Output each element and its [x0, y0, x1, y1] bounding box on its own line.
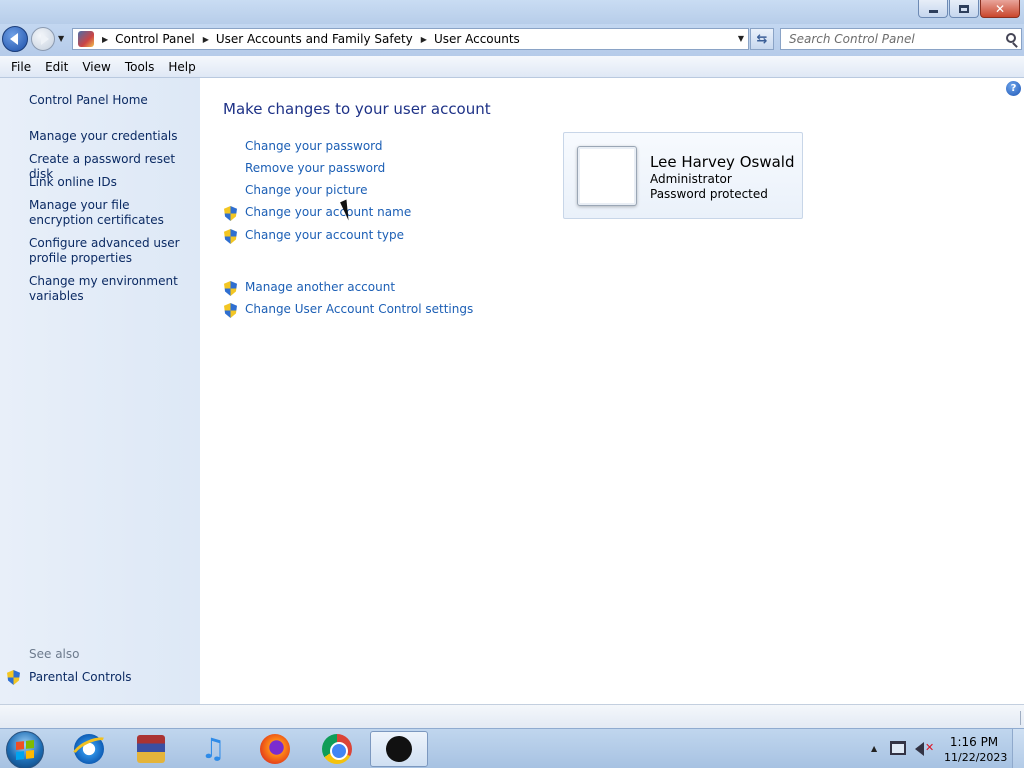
volume-icon[interactable] — [915, 742, 924, 756]
music-note-icon: ♫ — [200, 732, 226, 765]
clock-date[interactable]: 11/22/2023 — [944, 751, 1007, 764]
page-title: Make changes to your user account — [223, 100, 491, 118]
uac-shield-icon — [224, 281, 237, 296]
taskbar-internet-explorer[interactable] — [60, 731, 118, 767]
account-status: Password protected — [650, 187, 768, 201]
taskbar-firefox[interactable] — [246, 731, 304, 767]
sidebar-advanced-profile-properties[interactable]: Configure advanced user profile properti… — [29, 236, 194, 266]
breadcrumb-chevron-icon[interactable]: ▶ — [203, 35, 209, 44]
change-account-name-link[interactable]: Change your account name — [245, 205, 411, 219]
menu-tools[interactable]: Tools — [118, 60, 162, 74]
windows-logo-icon — [16, 740, 34, 760]
sidebar-manage-file-encryption[interactable]: Manage your file encryption certificates — [29, 198, 194, 228]
search-box — [780, 28, 1022, 50]
winrar-icon — [137, 735, 165, 763]
menu-edit[interactable]: Edit — [38, 60, 75, 74]
network-icon[interactable] — [890, 741, 906, 755]
minimize-icon — [928, 10, 938, 13]
address-bar[interactable]: ▶ Control Panel ▶ User Accounts and Fami… — [72, 28, 749, 50]
breadcrumb-control-panel[interactable]: Control Panel — [115, 32, 195, 46]
minimize-button[interactable] — [918, 0, 948, 18]
address-dropdown-button[interactable]: ▼ — [738, 34, 744, 43]
refresh-icon: ⇆ — [756, 31, 768, 47]
forward-arrow-icon — [40, 33, 49, 45]
uac-shield-icon — [7, 670, 20, 685]
show-desktop-button[interactable] — [1012, 729, 1024, 768]
menu-bar: File Edit View Tools Help — [0, 56, 1024, 78]
chrome-icon — [322, 734, 352, 764]
title-bar: ✕ — [0, 0, 1024, 24]
back-arrow-icon — [9, 33, 18, 45]
clock-time[interactable]: 1:16 PM — [944, 735, 1004, 749]
sidebar-control-panel-home[interactable]: Control Panel Home — [29, 93, 194, 108]
firefox-icon — [260, 734, 290, 764]
account-name: Lee Harvey Oswald — [650, 153, 795, 171]
close-button[interactable]: ✕ — [980, 0, 1020, 18]
uac-shield-icon — [224, 229, 237, 244]
status-bar-divider — [1020, 711, 1021, 725]
sidebar-environment-variables[interactable]: Change my environment variables — [29, 274, 194, 304]
menu-view[interactable]: View — [75, 60, 117, 74]
search-icon[interactable] — [1006, 33, 1016, 43]
menu-help[interactable]: Help — [161, 60, 202, 74]
status-bar — [0, 704, 1024, 728]
account-role: Administrator — [650, 172, 732, 186]
sidebar-parental-controls[interactable]: Parental Controls — [29, 670, 132, 684]
help-icon[interactable]: ? — [1006, 81, 1021, 96]
taskbar-winrar[interactable] — [122, 731, 180, 767]
menu-file[interactable]: File — [4, 60, 38, 74]
taskbar-chrome[interactable] — [308, 731, 366, 767]
taskbar-control-panel-window[interactable] — [370, 731, 428, 767]
forward-button[interactable] — [31, 27, 55, 51]
change-password-link[interactable]: Change your password — [245, 139, 383, 153]
maximize-button[interactable] — [949, 0, 979, 18]
app-icon — [382, 732, 416, 766]
breadcrumb-chevron-icon[interactable]: ▶ — [421, 35, 427, 44]
uac-settings-link[interactable]: Change User Account Control settings — [245, 302, 473, 316]
main-content: ? Make changes to your user account Chan… — [200, 78, 1024, 704]
control-panel-icon — [78, 31, 94, 47]
see-also-heading: See also — [29, 647, 80, 661]
start-button[interactable] — [6, 731, 44, 768]
avatar — [577, 146, 637, 206]
breadcrumb-user-accounts-family-safety[interactable]: User Accounts and Family Safety — [216, 32, 413, 46]
breadcrumb-chevron-icon[interactable]: ▶ — [102, 35, 108, 44]
window-controls: ✕ — [918, 0, 1024, 20]
account-card: Lee Harvey Oswald Administrator Password… — [563, 132, 803, 219]
internet-explorer-icon — [74, 734, 104, 764]
breadcrumb-user-accounts[interactable]: User Accounts — [434, 32, 520, 46]
taskbar-itunes[interactable]: ♫ — [184, 731, 242, 767]
sidebar: Control Panel Home Manage your credentia… — [0, 78, 200, 704]
remove-password-link[interactable]: Remove your password — [245, 161, 385, 175]
sidebar-link-online-ids[interactable]: Link online IDs — [29, 175, 194, 190]
recent-pages-dropdown[interactable]: ▼ — [58, 34, 64, 43]
close-icon: ✕ — [994, 1, 1006, 16]
refresh-button[interactable]: ⇆ — [750, 28, 774, 50]
maximize-icon — [959, 4, 969, 13]
change-account-type-link[interactable]: Change your account type — [245, 228, 404, 242]
show-hidden-icons-button[interactable]: ▲ — [871, 744, 877, 753]
change-picture-link[interactable]: Change your picture — [245, 183, 367, 197]
taskbar: ♫ ▲ ✕ 1:16 PM 11/22/2023 — [0, 728, 1024, 768]
back-button[interactable] — [2, 26, 28, 52]
manage-another-account-link[interactable]: Manage another account — [245, 280, 395, 294]
uac-shield-icon — [224, 303, 237, 318]
volume-muted-icon: ✕ — [925, 741, 935, 754]
uac-shield-icon — [224, 206, 237, 221]
search-input[interactable] — [781, 29, 991, 49]
navigation-bar: ▼ ▶ Control Panel ▶ User Accounts and Fa… — [0, 24, 1024, 56]
sidebar-manage-credentials[interactable]: Manage your credentials — [29, 129, 194, 144]
